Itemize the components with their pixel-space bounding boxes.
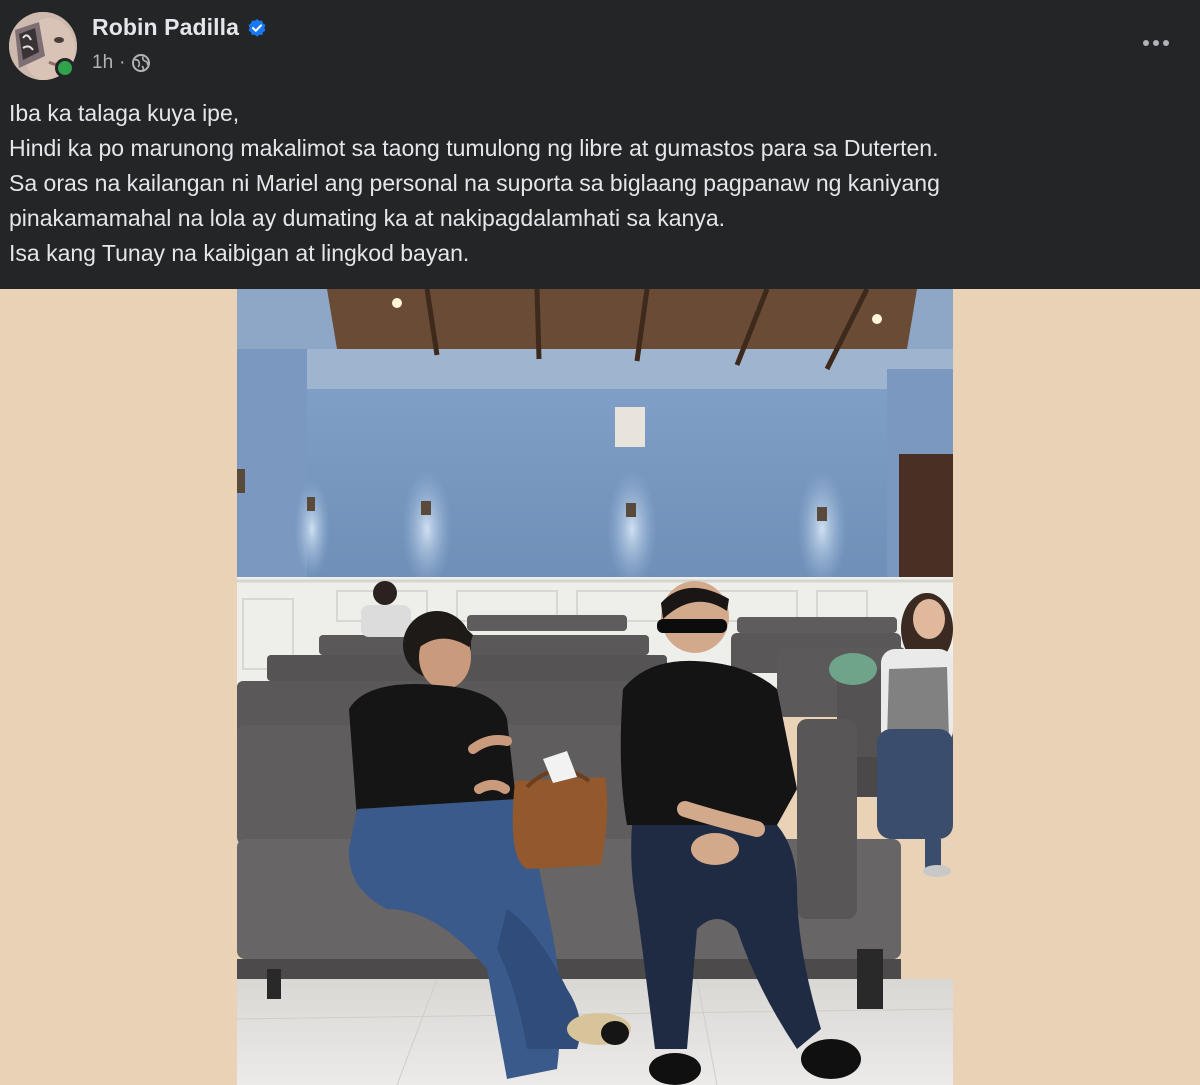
post-text-line: Isa kang Tunay na kaibigan at lingkod ba… (9, 240, 470, 266)
author-row: Robin Padilla (92, 14, 267, 41)
more-options-button[interactable] (1136, 28, 1176, 58)
author-name[interactable]: Robin Padilla (92, 14, 239, 41)
post-text-line: pinakamamahal na lola ay dumating ka at … (9, 205, 725, 231)
post-media (0, 289, 1200, 1085)
post-meta: 1h · (92, 52, 151, 74)
post-header: Robin Padilla 1h · (0, 0, 1200, 90)
post-message: Iba ka talaga kuya ipe, Hindi ka po maru… (9, 96, 1189, 271)
post-text-line: Iba ka talaga kuya ipe, (9, 100, 240, 126)
more-horizontal-icon (1143, 40, 1169, 46)
post-photo[interactable] (237, 289, 953, 1085)
globe-icon[interactable] (131, 53, 151, 73)
online-status-dot (55, 58, 75, 78)
meta-separator: · (119, 52, 126, 73)
author-avatar[interactable] (9, 12, 77, 80)
facebook-post: Robin Padilla 1h · Iba ka talaga kuya ip… (0, 0, 1200, 1085)
photo-scene (237, 289, 953, 1085)
post-text-line: Sa oras na kailangan ni Mariel ang perso… (9, 170, 940, 196)
verified-badge-icon (247, 18, 267, 38)
post-timestamp[interactable]: 1h (92, 52, 113, 74)
post-text-line: Hindi ka po marunong makalimot sa taong … (9, 135, 939, 161)
